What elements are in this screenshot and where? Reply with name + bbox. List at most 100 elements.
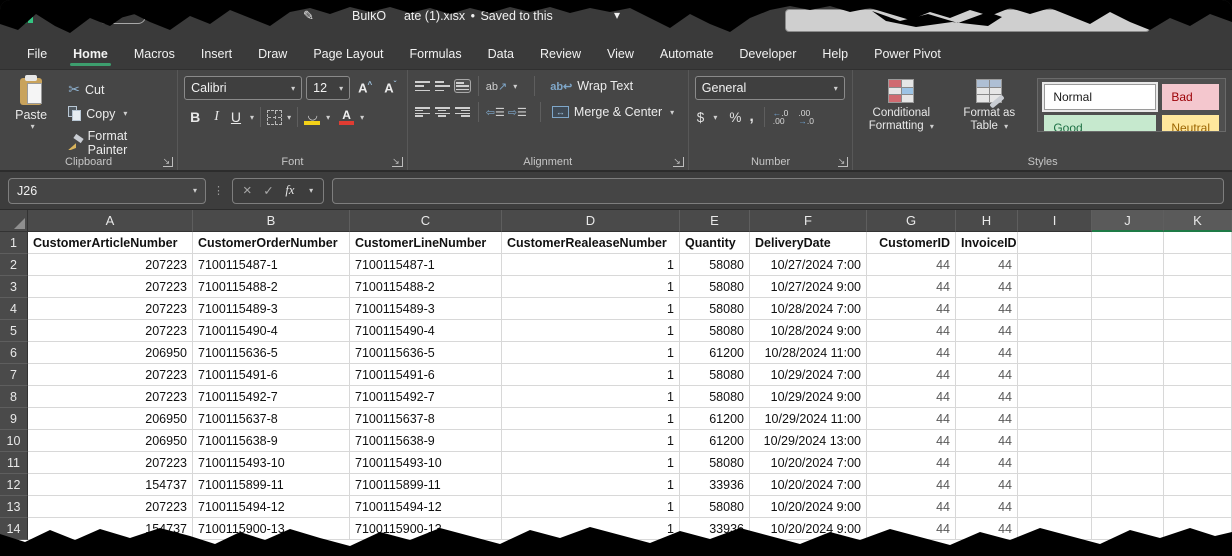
cell-C5[interactable]: 7100115490-4	[350, 320, 502, 342]
cell-D10[interactable]: 1	[502, 430, 680, 452]
cell-A14[interactable]: 154737	[28, 518, 193, 540]
bold-button[interactable]: B	[184, 109, 206, 125]
cell-D13[interactable]: 1	[502, 496, 680, 518]
cell-I13[interactable]	[1018, 496, 1092, 518]
number-format-select[interactable]: General▾	[695, 76, 845, 100]
chevron-down-icon[interactable]: ▾	[713, 113, 717, 122]
cell-style-normal[interactable]: Normal	[1044, 84, 1156, 110]
cell-H10[interactable]: 44	[956, 430, 1018, 452]
cell-F1[interactable]: DeliveryDate	[750, 232, 867, 254]
cell-J9[interactable]	[1092, 408, 1164, 430]
row-header-5[interactable]: 5	[0, 320, 28, 342]
cell-style-good[interactable]: Good	[1044, 115, 1156, 132]
cell-style-neutral[interactable]: Neutral	[1162, 115, 1219, 132]
cell-J3[interactable]	[1092, 276, 1164, 298]
tab-help[interactable]: Help	[809, 38, 861, 69]
cell-G7[interactable]: 44	[867, 364, 956, 386]
font-size-select[interactable]: 12▾	[306, 76, 350, 100]
cell-H1[interactable]: InvoiceID	[956, 232, 1018, 254]
row-header-3[interactable]: 3	[0, 276, 28, 298]
enter-button[interactable]: ✓	[263, 183, 273, 198]
cell-C4[interactable]: 7100115489-3	[350, 298, 502, 320]
cell-J8[interactable]	[1092, 386, 1164, 408]
cell-I7[interactable]	[1018, 364, 1092, 386]
tab-data[interactable]: Data	[475, 38, 527, 69]
chevron-down-icon[interactable]: ▾	[123, 109, 127, 118]
cell-D4[interactable]: 1	[502, 298, 680, 320]
cell-I14[interactable]	[1018, 518, 1092, 540]
search-input[interactable]	[785, 9, 1150, 32]
cell-E14[interactable]: 33936	[680, 518, 750, 540]
cell-B11[interactable]: 7100115493-10	[193, 452, 350, 474]
cell-E6[interactable]: 61200	[680, 342, 750, 364]
cell-I11[interactable]	[1018, 452, 1092, 474]
cell-B3[interactable]: 7100115488-2	[193, 276, 350, 298]
cell-A1[interactable]: CustomerArticleNumber	[28, 232, 193, 254]
cell-style-bad[interactable]: Bad	[1162, 84, 1219, 110]
cancel-button[interactable]: ×	[243, 182, 252, 199]
cell-D12[interactable]: 1	[502, 474, 680, 496]
tab-automate[interactable]: Automate	[647, 38, 727, 69]
cell-A9[interactable]: 206950	[28, 408, 193, 430]
cell-I8[interactable]	[1018, 386, 1092, 408]
cell-G2[interactable]: 44	[867, 254, 956, 276]
row-header-10[interactable]: 10	[0, 430, 28, 452]
cell-C3[interactable]: 7100115488-2	[350, 276, 502, 298]
cell-I12[interactable]	[1018, 474, 1092, 496]
cell-K6[interactable]	[1164, 342, 1232, 364]
fill-color-button[interactable]: ◡	[304, 109, 321, 125]
cell-C8[interactable]: 7100115492-7	[350, 386, 502, 408]
cell-A13[interactable]: 207223	[28, 496, 193, 518]
cell-F4[interactable]: 10/28/2024 7:00	[750, 298, 867, 320]
cell-I2[interactable]	[1018, 254, 1092, 276]
column-header-A[interactable]: A	[28, 210, 193, 232]
insert-function-button[interactable]: fx	[285, 183, 294, 198]
chevron-down-icon[interactable]: ▾	[31, 122, 35, 131]
cell-B6[interactable]: 7100115636-5	[193, 342, 350, 364]
cell-H2[interactable]: 44	[956, 254, 1018, 276]
cell-A12[interactable]: 154737	[28, 474, 193, 496]
cell-H12[interactable]: 44	[956, 474, 1018, 496]
cell-G11[interactable]: 44	[867, 452, 956, 474]
select-all-corner[interactable]	[0, 210, 28, 232]
cell-K7[interactable]	[1164, 364, 1232, 386]
tab-formulas[interactable]: Formulas	[397, 38, 475, 69]
cell-A5[interactable]: 207223	[28, 320, 193, 342]
cell-G9[interactable]: 44	[867, 408, 956, 430]
format-as-table-button[interactable]: Format asTable ▾	[947, 76, 1031, 152]
cell-D1[interactable]: CustomerRealeaseNumber	[502, 232, 680, 254]
cell-B12[interactable]: 7100115899-11	[193, 474, 350, 496]
cell-E13[interactable]: 58080	[680, 496, 750, 518]
cell-C11[interactable]: 7100115493-10	[350, 452, 502, 474]
cell-J1[interactable]	[1092, 232, 1164, 254]
chevron-down-icon[interactable]: ▾	[309, 186, 313, 195]
cell-C6[interactable]: 7100115636-5	[350, 342, 502, 364]
cell-B4[interactable]: 7100115489-3	[193, 298, 350, 320]
align-bottom-icon[interactable]	[454, 79, 471, 93]
cell-G4[interactable]: 44	[867, 298, 956, 320]
cell-E5[interactable]: 58080	[680, 320, 750, 342]
cell-K3[interactable]	[1164, 276, 1232, 298]
orientation-button[interactable]: ab↗	[486, 80, 507, 93]
cell-B10[interactable]: 7100115638-9	[193, 430, 350, 452]
increase-decimal-button[interactable]: ←.0.00	[773, 109, 789, 125]
dialog-launcher-icon[interactable]: ↘	[392, 157, 403, 167]
row-header-9[interactable]: 9	[0, 408, 28, 430]
tab-home[interactable]: Home	[60, 38, 121, 69]
row-header-6[interactable]: 6	[0, 342, 28, 364]
cell-C2[interactable]: 7100115487-1	[350, 254, 502, 276]
cell-G6[interactable]: 44	[867, 342, 956, 364]
cell-H7[interactable]: 44	[956, 364, 1018, 386]
cell-F3[interactable]: 10/27/2024 9:00	[750, 276, 867, 298]
row-header-4[interactable]: 4	[0, 298, 28, 320]
cell-A7[interactable]: 207223	[28, 364, 193, 386]
column-header-I[interactable]: I	[1018, 210, 1092, 232]
cell-D14[interactable]: 1	[502, 518, 680, 540]
column-header-D[interactable]: D	[502, 210, 680, 232]
cell-H14[interactable]: 44	[956, 518, 1018, 540]
cell-I10[interactable]	[1018, 430, 1092, 452]
column-header-K[interactable]: K	[1164, 210, 1232, 232]
cell-I4[interactable]	[1018, 298, 1092, 320]
row-header-12[interactable]: 12	[0, 474, 28, 496]
excel-logo-icon[interactable]: X	[13, 7, 33, 25]
